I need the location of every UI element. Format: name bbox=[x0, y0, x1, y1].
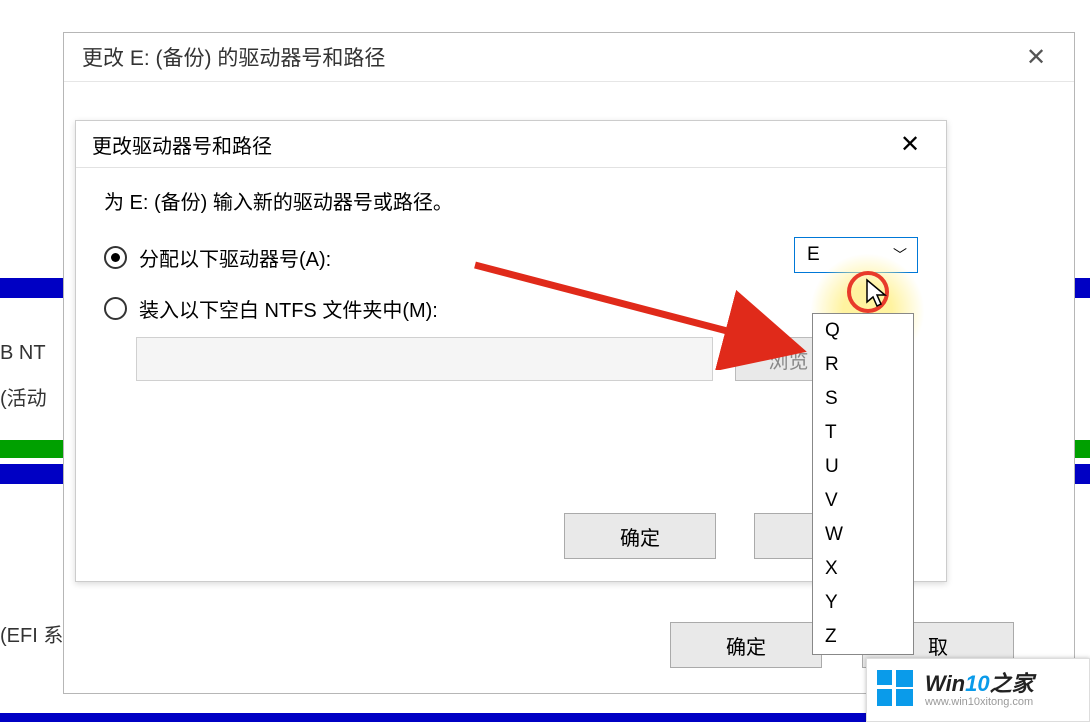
drive-letter-dropdown[interactable]: Q R S T U V W X Y Z bbox=[812, 313, 914, 655]
bg-text-4: (EFI 系 bbox=[0, 619, 63, 648]
path-row: 浏览 bbox=[104, 337, 918, 381]
radio-assign[interactable] bbox=[104, 246, 127, 269]
bg-text-2: (活动 bbox=[0, 382, 47, 411]
bg-text-1: B NT bbox=[0, 342, 46, 365]
dropdown-option[interactable]: Y bbox=[813, 586, 913, 620]
mount-path-input[interactable] bbox=[136, 337, 713, 381]
drive-letter-value: E bbox=[807, 244, 820, 266]
radio-mount[interactable] bbox=[104, 297, 127, 320]
inner-titlebar: 更改驱动器号和路径 ✕ bbox=[76, 121, 946, 168]
watermark-logo bbox=[877, 670, 917, 710]
dropdown-option[interactable]: T bbox=[813, 416, 913, 450]
prompt-text: 为 E: (备份) 输入新的驱动器号或路径。 bbox=[104, 186, 918, 215]
dropdown-option[interactable]: Q bbox=[813, 314, 913, 348]
label-assign: 分配以下驱动器号(A): bbox=[139, 243, 331, 272]
dropdown-option[interactable]: X bbox=[813, 552, 913, 586]
dropdown-option[interactable]: R bbox=[813, 348, 913, 382]
dropdown-option[interactable]: S bbox=[813, 382, 913, 416]
option-mount-row: 装入以下空白 NTFS 文件夹中(M): bbox=[104, 294, 918, 323]
chevron-down-icon: ﹀ bbox=[893, 245, 907, 265]
outer-ok-button[interactable]: 确定 bbox=[670, 622, 822, 668]
drive-letter-select[interactable]: E ﹀ bbox=[794, 237, 918, 273]
watermark: Win10之家 www.win10xitong.com bbox=[866, 658, 1090, 722]
outer-close-icon[interactable]: ✕ bbox=[1016, 37, 1056, 77]
inner-ok-button[interactable]: 确定 bbox=[564, 513, 716, 559]
option-assign-row: 分配以下驱动器号(A): E ﹀ bbox=[104, 243, 918, 272]
dropdown-option[interactable]: U bbox=[813, 450, 913, 484]
dropdown-option[interactable]: V bbox=[813, 484, 913, 518]
dropdown-option[interactable]: Z bbox=[813, 620, 913, 654]
outer-title: 更改 E: (备份) 的驱动器号和路径 bbox=[82, 42, 385, 72]
inner-title: 更改驱动器号和路径 bbox=[92, 130, 272, 159]
watermark-text: Win10之家 www.win10xitong.com bbox=[925, 673, 1034, 708]
label-mount: 装入以下空白 NTFS 文件夹中(M): bbox=[139, 294, 438, 323]
inner-close-icon[interactable]: ✕ bbox=[890, 124, 930, 164]
outer-titlebar: 更改 E: (备份) 的驱动器号和路径 ✕ bbox=[64, 33, 1074, 82]
dropdown-option[interactable]: W bbox=[813, 518, 913, 552]
